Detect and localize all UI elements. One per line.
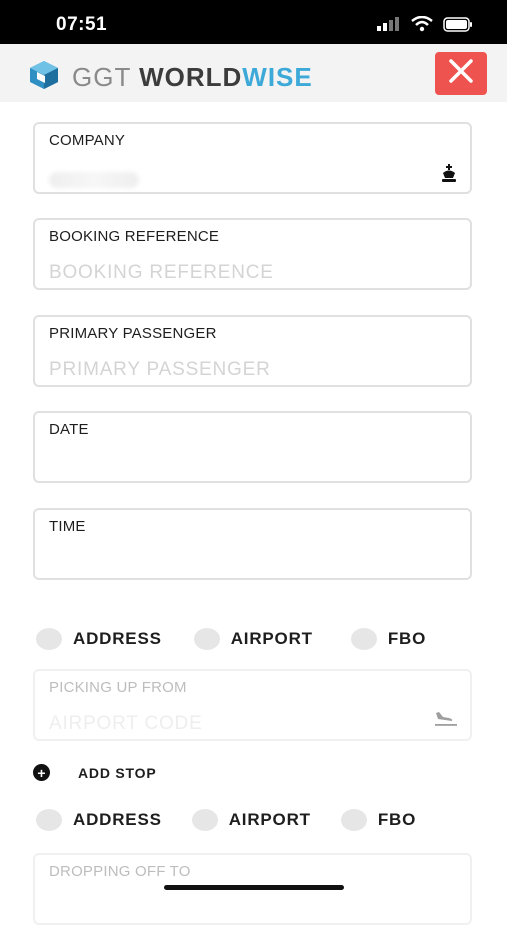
radio-label: FBO [387, 629, 427, 648]
close-icon [448, 58, 474, 89]
close-button[interactable] [435, 52, 487, 95]
picking-up-from-label: PICKING UP FROM [49, 679, 187, 696]
company-label: COMPANY [49, 132, 126, 149]
booking-reference-field[interactable]: BOOKING REFERENCE BOOKING REFERENCE [33, 218, 472, 290]
status-bar: 07:51 [0, 0, 507, 44]
radio-label: ADDRESS [73, 629, 162, 648]
logo-ggt: GGT [72, 62, 131, 92]
company-field[interactable]: COMPANY [33, 122, 472, 194]
primary-passenger-label: PRIMARY PASSENGER [49, 325, 217, 342]
dropoff-type-radio-group: ADDRESS AIRPORT FBO [36, 809, 448, 831]
radio-circle[interactable] [191, 809, 218, 831]
radio-label: ADDRESS [73, 810, 162, 829]
chess-king-icon[interactable] [440, 164, 458, 187]
plane-landing-icon [434, 709, 458, 732]
radio-label: FBO [377, 810, 417, 829]
dropoff-radio-address[interactable]: ADDRESS [36, 809, 162, 831]
booking-reference-input[interactable]: BOOKING REFERENCE [49, 262, 274, 284]
status-icons [377, 15, 473, 37]
radio-circle[interactable] [340, 809, 367, 831]
dropoff-radio-airport[interactable]: AIRPORT [191, 809, 311, 831]
radio-circle[interactable] [350, 628, 377, 650]
logo-cube-icon [28, 59, 60, 96]
dropping-off-to-label: DROPPING OFF TO [49, 863, 191, 880]
wifi-icon [411, 15, 433, 37]
time-label: TIME [49, 518, 86, 535]
radio-label: AIRPORT [228, 810, 311, 829]
add-stop-button[interactable]: + ADD STOP [33, 764, 157, 781]
battery-icon [443, 16, 473, 37]
pickup-radio-fbo[interactable]: FBO [350, 628, 427, 650]
home-indicator [164, 885, 344, 890]
status-time: 07:51 [56, 14, 108, 35]
company-value [49, 172, 139, 188]
radio-circle[interactable] [193, 628, 220, 650]
pickup-radio-address[interactable]: ADDRESS [36, 628, 162, 650]
radio-label: AIRPORT [230, 629, 313, 648]
logo: GGT WORLDWISE [28, 59, 313, 96]
date-label: DATE [49, 421, 89, 438]
signal-icon [377, 17, 401, 36]
picking-up-from-field[interactable]: PICKING UP FROM AIRPORT CODE [33, 669, 472, 741]
add-stop-label: ADD STOP [78, 764, 157, 781]
booking-reference-label: BOOKING REFERENCE [49, 228, 220, 245]
dropoff-radio-fbo[interactable]: FBO [340, 809, 417, 831]
logo-text: GGT WORLDWISE [72, 62, 313, 93]
radio-circle[interactable] [36, 628, 62, 650]
app-header: GGT WORLDWISE [0, 44, 507, 102]
time-field[interactable]: TIME [33, 508, 472, 580]
primary-passenger-field[interactable]: PRIMARY PASSENGER PRIMARY PASSENGER [33, 315, 472, 387]
logo-wise: WISE [242, 62, 313, 92]
date-field[interactable]: DATE [33, 411, 472, 483]
airport-code-input[interactable]: AIRPORT CODE [49, 713, 203, 735]
primary-passenger-input[interactable]: PRIMARY PASSENGER [49, 359, 271, 381]
pickup-type-radio-group: ADDRESS AIRPORT FBO [36, 628, 458, 650]
pickup-radio-airport[interactable]: AIRPORT [193, 628, 313, 650]
plus-circle-icon: + [33, 764, 50, 781]
radio-circle[interactable] [36, 809, 62, 831]
logo-world: WORLD [139, 62, 243, 92]
